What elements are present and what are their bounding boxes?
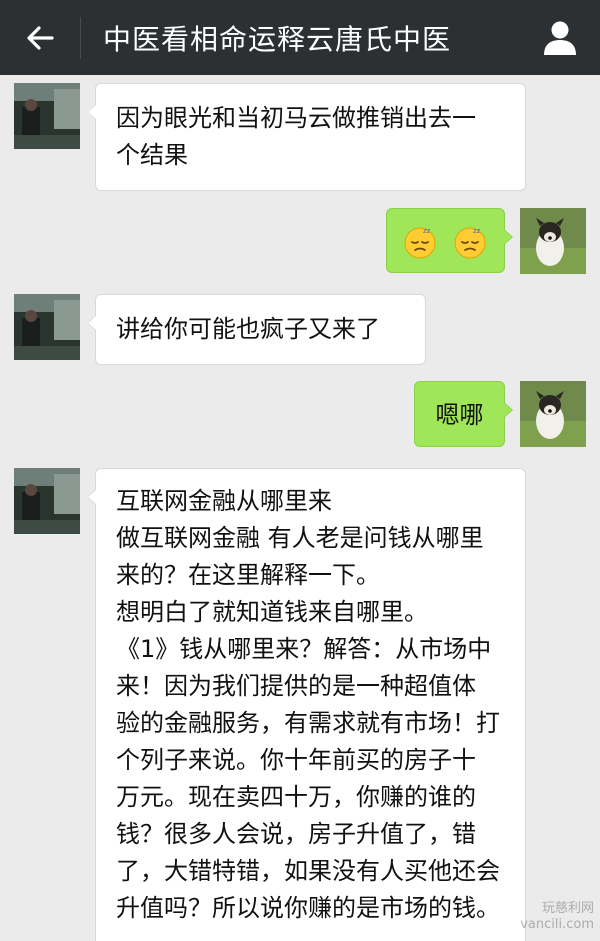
message-bubble-received[interactable]: 因为眼光和当初马云做推销出去一 个结果 — [87, 83, 526, 191]
sleepy-face-emoji: zz — [454, 227, 486, 259]
message-text-line: 想明白了就知道钱来自哪里。 — [116, 598, 428, 626]
user-profile-icon — [544, 21, 576, 55]
svg-text:zz: zz — [423, 227, 431, 235]
message-text-line: 讲给你可能也疯子又来了 — [116, 315, 380, 343]
message-text-line: 互联网金融从哪里来 — [116, 487, 332, 515]
watermark-url: vancili.com — [520, 917, 594, 932]
message-text-line: 因为眼光和当初马云做推销出去一 — [116, 104, 476, 132]
contact-avatar[interactable] — [14, 294, 80, 360]
message-text-line: 嗯哪 — [435, 401, 484, 429]
watermark: 玩慈利网 vancili.com — [520, 901, 594, 933]
message-bubble-received[interactable]: 讲给你可能也疯子又来了 — [87, 294, 426, 365]
back-arrow-icon — [27, 25, 54, 50]
watermark-text: 玩慈利网 — [541, 901, 594, 916]
contact-avatar[interactable] — [14, 83, 80, 149]
message-text-line: 钱？很多人会说，房子升值了，错 — [116, 820, 476, 848]
message-bubble-sent[interactable]: zz zz — [386, 208, 513, 273]
chat-area[interactable]: 因为眼光和当初马云做推销出去一 个结果 zz zz 讲给你可能也疯子又来了 嗯哪… — [0, 75, 600, 941]
message-bubble-sent[interactable]: 嗯哪 — [414, 381, 513, 447]
chat-header: 中医看相命运释云唐氏中医 — [0, 0, 600, 75]
message-text-line: 来的？在这里解释一下。 — [116, 561, 380, 589]
message-text-line: 升值吗？所以说你赚的是市场的钱。 — [116, 894, 500, 922]
message-text-line: 来！因为我们提供的是一种超值体 — [116, 672, 476, 700]
message-text-line: 万元。现在卖四十万，你赚的谁的 — [116, 783, 476, 811]
svg-text:zz: zz — [473, 227, 481, 235]
message-text-line: 验的金融服务，有需求就有市场！打 — [116, 709, 500, 737]
my-avatar[interactable] — [520, 208, 586, 274]
chat-title: 中医看相命运释云唐氏中医 — [103, 22, 452, 56]
sleepy-face-emoji: zz — [404, 227, 436, 259]
profile-button[interactable] — [520, 0, 600, 75]
message-text-line: 个结果 — [116, 141, 188, 169]
message-text-line: 《1》钱从哪里来？解答：从市场中 — [116, 635, 492, 663]
contact-avatar[interactable] — [14, 468, 80, 534]
my-avatar[interactable] — [520, 381, 586, 447]
message-text-line: 了，大错特错，如果没有人买他还会 — [116, 857, 500, 885]
back-button[interactable] — [0, 0, 80, 75]
message-text-line: 个列子来说。你十年前买的房子十 — [116, 746, 476, 774]
message-text-line: 做互联网金融 有人老是问钱从哪里 — [116, 524, 484, 552]
message-bubble-received[interactable]: 互联网金融从哪里来 做互联网金融 有人老是问钱从哪里 来的？在这里解释一下。 想… — [87, 468, 526, 941]
